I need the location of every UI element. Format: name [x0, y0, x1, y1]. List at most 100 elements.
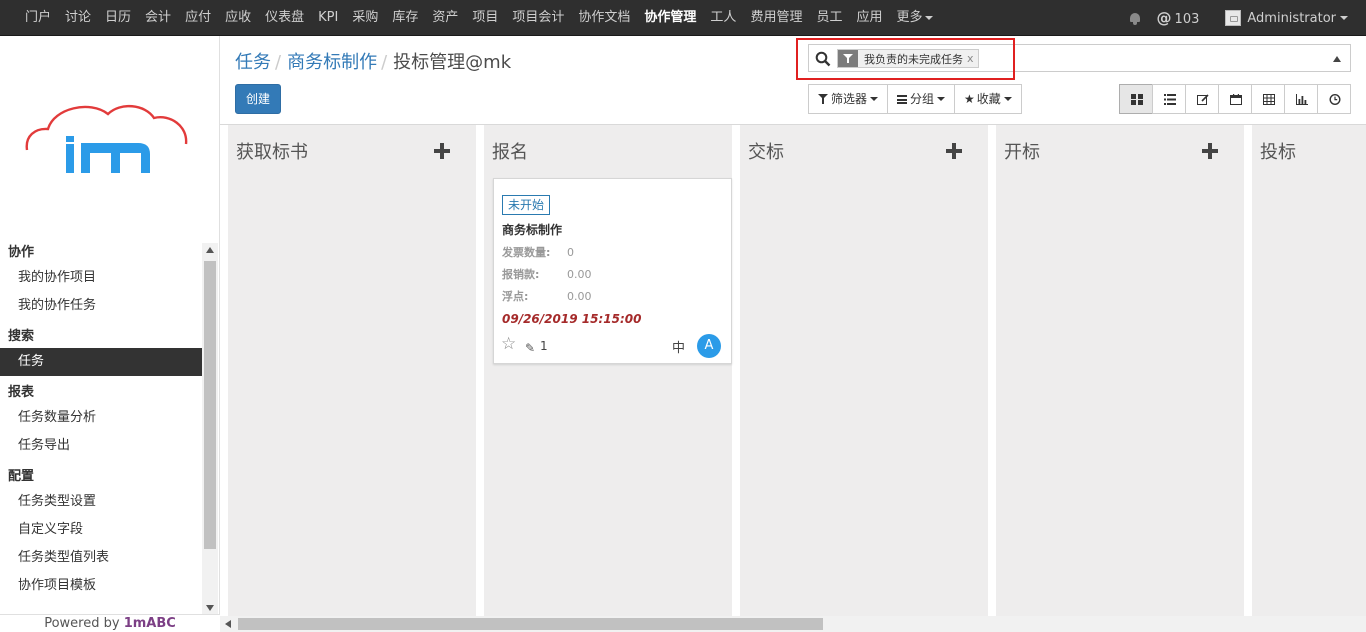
bell-icon[interactable]: [1129, 12, 1141, 25]
field-label: 浮点:: [502, 290, 529, 303]
top-navbar: 门户 讨论 日历 会计 应付 应收 仪表盘 KPI 采购 库存 资产 项目 项目…: [0, 0, 1366, 36]
column-title: 交标: [748, 142, 784, 163]
view-graph-button[interactable]: [1284, 84, 1318, 114]
search-options-toggle-icon[interactable]: [1333, 56, 1341, 62]
menu-item-more[interactable]: 更多: [889, 0, 939, 36]
breadcrumb-current: 投标管理@mk: [393, 52, 512, 73]
breadcrumb: 任务 / 商务标制作 / 投标管理@mk: [235, 48, 511, 74]
bars-icon: [897, 94, 908, 104]
user-name: Administrator: [1247, 10, 1336, 26]
sidebar-nav: 协作 我的协作项目 我的协作任务 搜索 任务 报表 任务数量分析 任务导出 配置…: [0, 242, 202, 612]
horizontal-scrollbar[interactable]: [220, 616, 1366, 632]
caret-down-icon: [1340, 16, 1348, 20]
clock-icon: [1329, 94, 1341, 105]
group-by-button[interactable]: 分组: [887, 84, 956, 114]
sidebar-section-config: 配置: [8, 469, 35, 484]
powered-by-text: Powered by: [44, 616, 120, 631]
sidebar-item-task-type-values[interactable]: 任务类型值列表: [0, 544, 202, 572]
attachment-count: 1: [540, 339, 548, 353]
mentions-count: 103: [1174, 12, 1200, 27]
scroll-left-icon[interactable]: [225, 620, 231, 628]
menu-item-accounting[interactable]: 会计: [138, 0, 178, 36]
view-activity-button[interactable]: [1317, 84, 1351, 114]
menu-item-assets[interactable]: 资产: [425, 0, 465, 36]
breadcrumb-tasks[interactable]: 任务: [235, 52, 271, 73]
menu-item-project-accounting[interactable]: 项目会计: [505, 0, 571, 36]
sidebar-section-search: 搜索: [8, 329, 35, 344]
status-badge: 未开始: [502, 195, 551, 215]
sidebar-item-tasks[interactable]: 任务: [0, 348, 202, 376]
kanban-column: 投标: [1252, 125, 1366, 616]
view-list-button[interactable]: [1152, 84, 1186, 114]
menu-item-inventory[interactable]: 库存: [385, 0, 425, 36]
field-value: 0: [567, 246, 574, 259]
scroll-down-icon[interactable]: [206, 605, 214, 611]
menu-item-purchase[interactable]: 采购: [345, 0, 385, 36]
filter-icon: [818, 94, 828, 104]
add-card-icon[interactable]: [1202, 143, 1218, 159]
menu-item-apps[interactable]: 应用: [849, 0, 889, 36]
kanban-card[interactable]: 未开始 商务标制作 发票数量: 0 报销款: 0.00 浮点: 0.00 09/26/…: [493, 178, 732, 364]
menu-item-collab-docs[interactable]: 协作文档: [571, 0, 637, 36]
kanban-column: 交标: [740, 125, 988, 616]
sidebar-item-task-export[interactable]: 任务导出: [0, 432, 202, 460]
scrollbar-thumb[interactable]: [238, 618, 823, 630]
sidebar-section-collab: 协作: [8, 245, 35, 260]
view-calendar-button[interactable]: [1218, 84, 1252, 114]
priority-label: 中: [672, 341, 686, 356]
sidebar-item-my-collab-projects[interactable]: 我的协作项目: [0, 264, 202, 292]
menu-item-dashboard[interactable]: 仪表盘: [258, 0, 311, 36]
view-pivot-button[interactable]: [1251, 84, 1285, 114]
add-card-icon[interactable]: [434, 143, 450, 159]
user-menu[interactable]: Administrator: [1247, 11, 1348, 26]
table-icon: [1263, 94, 1275, 105]
view-form-button[interactable]: [1185, 84, 1219, 114]
sidebar-item-task-type-settings[interactable]: 任务类型设置: [0, 488, 202, 516]
card-deadline: 09/26/2019 15:15:00: [502, 312, 642, 326]
menu-item-portal[interactable]: 门户: [18, 0, 58, 36]
menu-item-workers[interactable]: 工人: [703, 0, 743, 36]
avatar[interactable]: A: [697, 334, 721, 358]
menu-item-project[interactable]: 项目: [465, 0, 505, 36]
breadcrumb-task[interactable]: 商务标制作: [287, 52, 377, 73]
calendar-icon: [1230, 94, 1242, 105]
list-icon: [1164, 94, 1176, 105]
sidebar-scrollbar[interactable]: [202, 243, 218, 615]
breadcrumb-separator: /: [275, 52, 282, 73]
view-kanban-button[interactable]: [1119, 84, 1153, 114]
star-outline-icon[interactable]: ☆: [501, 335, 516, 353]
user-avatar-icon[interactable]: [1225, 10, 1242, 26]
at-icon: @: [1156, 9, 1172, 27]
menu-item-employees[interactable]: 员工: [809, 0, 849, 36]
sidebar-item-custom-fields[interactable]: 自定义字段: [0, 516, 202, 544]
add-card-icon[interactable]: [946, 143, 962, 159]
scrollbar-thumb[interactable]: [204, 261, 216, 549]
sidebar-item-my-collab-tasks[interactable]: 我的协作任务: [0, 292, 202, 320]
menu-item-expenses[interactable]: 费用管理: [743, 0, 809, 36]
sidebar-section-reports: 报表: [8, 385, 35, 400]
company-logo: [25, 105, 188, 173]
group-by-label: 分组: [910, 92, 935, 106]
sidebar-item-project-templates[interactable]: 协作项目模板: [0, 572, 202, 600]
kanban-column: 获取标书: [228, 125, 476, 616]
card-field-row: 浮点: 0.00: [502, 288, 592, 304]
menu-item-payable[interactable]: 应付: [178, 0, 218, 36]
menu-item-collab-management[interactable]: 协作管理: [637, 0, 703, 36]
menu-item-calendar[interactable]: 日历: [98, 0, 138, 36]
kanban-icon: [1131, 94, 1143, 105]
create-button[interactable]: 创建: [235, 84, 281, 114]
menu-item-discuss[interactable]: 讨论: [58, 0, 98, 36]
sidebar-item-task-count-analysis[interactable]: 任务数量分析: [0, 404, 202, 432]
menu-item-receivable[interactable]: 应收: [218, 0, 258, 36]
scroll-up-icon[interactable]: [206, 247, 214, 253]
filters-button[interactable]: 筛选器: [808, 84, 889, 114]
favorites-button[interactable]: ★ 收藏: [954, 84, 1022, 114]
star-icon: ★: [964, 92, 975, 106]
highlight-box: [796, 38, 1015, 80]
app-menu: 门户 讨论 日历 会计 应付 应收 仪表盘 KPI 采购 库存 资产 项目 项目…: [18, 0, 940, 36]
menu-item-kpi[interactable]: KPI: [311, 0, 345, 36]
mentions-counter[interactable]: @103: [1157, 9, 1200, 27]
caret-down-icon: [924, 15, 933, 20]
powered-by-brand[interactable]: 1mABC: [124, 616, 176, 631]
powered-by: Powered by 1mABC: [0, 614, 220, 632]
